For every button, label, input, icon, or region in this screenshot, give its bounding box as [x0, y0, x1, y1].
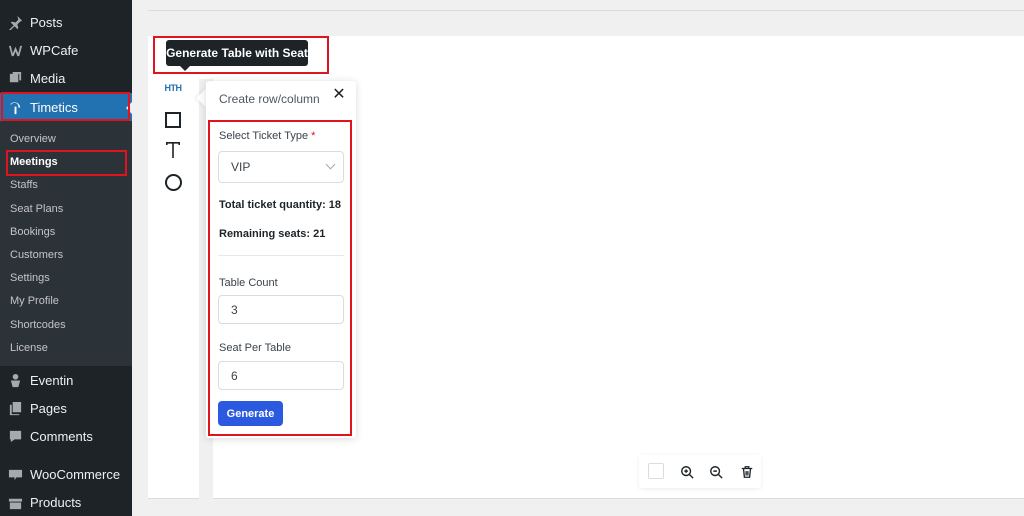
- submenu-item-seat-plans[interactable]: Seat Plans: [10, 203, 63, 215]
- ticket-type-value: VIP: [231, 160, 251, 174]
- menu-item-label: Media: [30, 70, 66, 86]
- menu-item-label: Comments: [30, 428, 93, 444]
- wpcafe-icon: [7, 42, 23, 58]
- menu-item-media[interactable]: Media: [0, 64, 132, 92]
- ticket-type-label: Select Ticket Type *: [219, 130, 315, 142]
- submenu-item-settings[interactable]: Settings: [10, 272, 50, 284]
- close-icon[interactable]: ✕: [332, 87, 346, 103]
- seat-per-table-input[interactable]: 6: [218, 361, 344, 390]
- zoom-in-icon[interactable]: [678, 463, 695, 480]
- canvas-zoom-toolbar: [639, 455, 761, 488]
- tooltip: Generate Table with Seat: [166, 40, 308, 66]
- menu-item-pages[interactable]: Pages: [0, 394, 132, 422]
- menu-item-label: Products: [30, 494, 82, 510]
- generate-button[interactable]: Generate: [218, 401, 283, 426]
- menu-item-wpcafe[interactable]: WPCafe: [0, 36, 132, 64]
- ticket-type-select[interactable]: VIP: [218, 151, 344, 183]
- timetics-icon: [7, 99, 23, 115]
- menu-item-timetics[interactable]: Timetics: [0, 93, 132, 121]
- menu-item-eventin[interactable]: Eventin: [0, 366, 132, 394]
- menu-item-label: Timetics: [30, 99, 78, 115]
- zoom-out-icon[interactable]: [707, 463, 724, 480]
- panel-divider: [218, 255, 344, 256]
- panel-title: Create row/column: [219, 92, 320, 106]
- zoom-out-glyph: [709, 465, 723, 479]
- top-divider: [148, 10, 1024, 11]
- seat-per-table-label: Seat Per Table: [219, 342, 291, 354]
- square-tool-icon[interactable]: [165, 112, 181, 128]
- total-ticket-quantity: Total ticket quantity: 18: [219, 199, 342, 211]
- menu-item-posts[interactable]: Posts: [0, 8, 132, 36]
- menu-item-products[interactable]: Products: [0, 488, 132, 516]
- table-count-label: Table Count: [219, 277, 278, 289]
- remaining-seats: Remaining seats: 21: [219, 228, 326, 240]
- table-count-input[interactable]: 3: [218, 295, 344, 324]
- menu-item-label: Pages: [30, 400, 67, 416]
- required-star: *: [311, 130, 316, 142]
- admin-sidebar: Posts WPCafe Media Timetics Overview Mee…: [0, 0, 132, 516]
- ticket-type-label-text: Select Ticket Type: [219, 130, 309, 142]
- comments-icon: [7, 428, 23, 444]
- trash-glyph: [741, 465, 752, 478]
- text-tool-icon[interactable]: [164, 140, 182, 160]
- text-glyph-icon: [166, 142, 180, 158]
- pages-icon: [7, 400, 23, 416]
- woocommerce-icon: [7, 466, 23, 482]
- products-icon: [7, 494, 23, 510]
- circle-tool-icon[interactable]: [165, 174, 182, 191]
- table-tool-icon[interactable]: HTH: [163, 80, 183, 96]
- menu-item-label: WooCommerce: [30, 466, 121, 482]
- chevron-down-icon: [325, 159, 336, 170]
- tooltip-arrow: [180, 66, 190, 71]
- trash-icon[interactable]: [738, 463, 755, 480]
- pin-icon: [7, 14, 23, 30]
- submenu-item-staffs[interactable]: Staffs: [10, 179, 38, 191]
- submenu-item-shortcodes[interactable]: Shortcodes: [10, 319, 66, 331]
- menu-item-label: Posts: [30, 14, 63, 30]
- submenu-item-bookings[interactable]: Bookings: [10, 226, 55, 238]
- menu-item-label: WPCafe: [30, 42, 79, 58]
- select-all-checkbox[interactable]: [648, 463, 664, 479]
- zoom-in-glyph: [680, 465, 694, 479]
- submenu-item-customers[interactable]: Customers: [10, 249, 63, 261]
- media-icon: [7, 70, 23, 86]
- active-menu-arrow: [126, 102, 132, 114]
- eventin-icon: [7, 372, 23, 388]
- submenu-item-overview[interactable]: Overview: [10, 133, 56, 145]
- submenu-item-license[interactable]: License: [10, 342, 48, 354]
- submenu-item-meetings[interactable]: Meetings: [10, 156, 58, 168]
- timetics-submenu: Overview Meetings Staffs Seat Plans Book…: [0, 121, 132, 366]
- menu-item-woocommerce[interactable]: WooCommerce: [0, 460, 132, 488]
- submenu-item-my-profile[interactable]: My Profile: [10, 295, 59, 307]
- menu-item-label: Eventin: [30, 372, 74, 388]
- menu-item-comments[interactable]: Comments: [0, 422, 132, 450]
